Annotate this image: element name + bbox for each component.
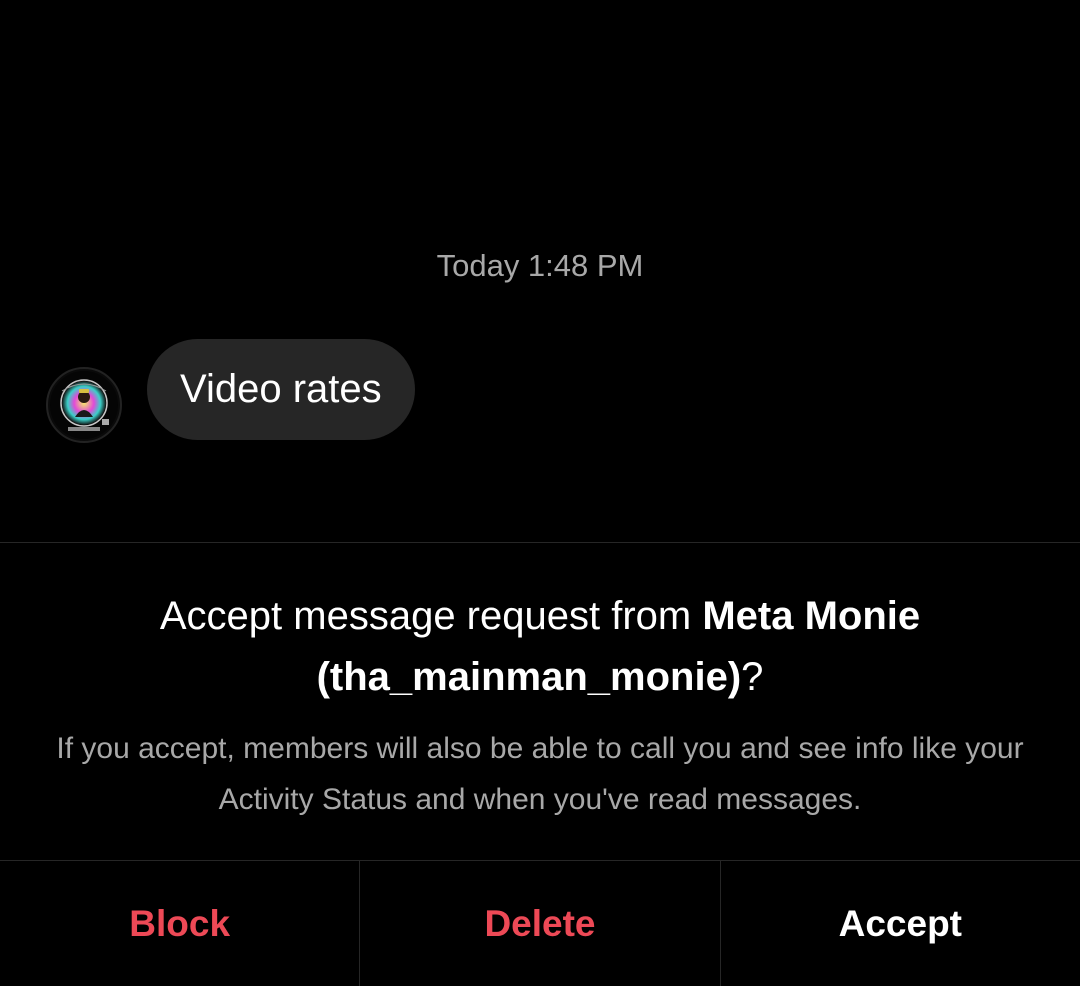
divider (0, 542, 1080, 543)
request-prefix: Accept message request from (159, 594, 703, 638)
request-suffix: ? (741, 655, 764, 699)
sender-avatar[interactable] (46, 367, 122, 443)
request-actions: Block Delete Accept (0, 861, 1080, 986)
message-text: Video rates (180, 367, 382, 411)
message-row: Video rates (0, 339, 1080, 443)
request-description: If you accept, members will also be able… (56, 732, 1024, 816)
message-bubble[interactable]: Video rates (147, 339, 415, 440)
message-timestamp: Today 1:48 PM (436, 248, 644, 283)
block-button[interactable]: Block (0, 861, 359, 986)
request-prompt: Accept message request from Meta Monie (… (90, 586, 990, 708)
accept-button[interactable]: Accept (719, 861, 1080, 986)
avatar-icon (50, 371, 118, 439)
request-username: (tha_mainman_monie) (316, 655, 742, 699)
delete-button[interactable]: Delete (359, 861, 719, 986)
request-display-name: Meta Monie (702, 594, 921, 638)
